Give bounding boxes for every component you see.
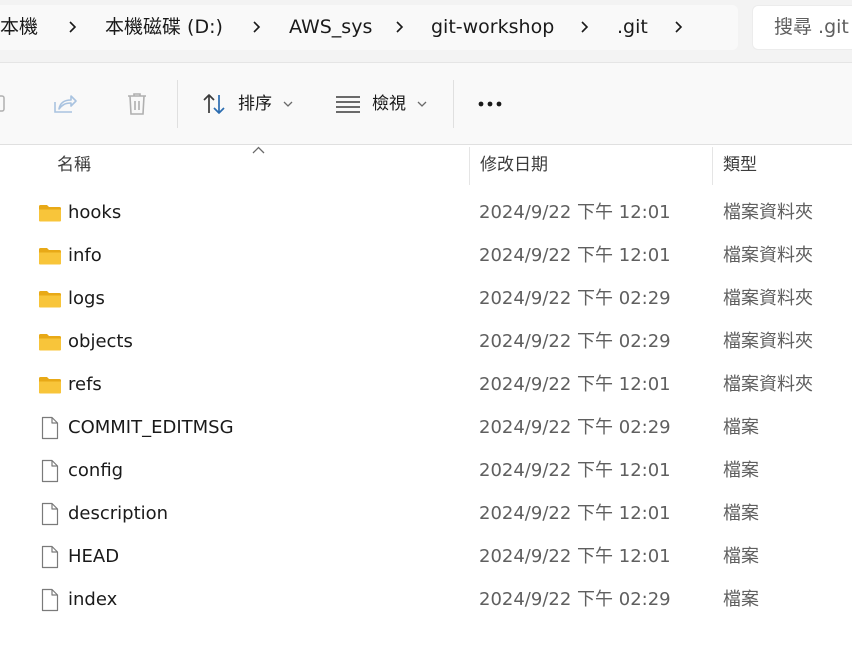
file-type: 檔案: [723, 589, 759, 610]
view-button[interactable]: 檢視: [372, 92, 406, 116]
file-row[interactable]: description 2024/9/22 下午 12:01 檔案: [0, 493, 852, 536]
file-row[interactable]: COMMIT_EDITMSG 2024/9/22 下午 02:29 檔案: [0, 407, 852, 450]
file-icon: [38, 416, 62, 440]
file-date: 2024/9/22 下午 02:29: [479, 288, 671, 309]
file-date: 2024/9/22 下午 12:01: [479, 374, 671, 395]
chevron-down-icon[interactable]: [417, 100, 427, 108]
file-name: info: [68, 245, 102, 266]
file-name: description: [68, 503, 169, 524]
file-name: hooks: [68, 202, 122, 223]
file-date: 2024/9/22 下午 12:01: [479, 460, 671, 481]
file-date: 2024/9/22 下午 02:29: [479, 589, 671, 610]
file-name: index: [68, 589, 118, 610]
breadcrumb-aws-sys[interactable]: AWS_sys: [289, 14, 372, 40]
file-name: HEAD: [68, 546, 120, 567]
chevron-down-icon[interactable]: [283, 100, 293, 108]
file-name: COMMIT_EDITMSG: [68, 417, 234, 438]
file-row[interactable]: config 2024/9/22 下午 12:01 檔案: [0, 450, 852, 493]
column-header-date[interactable]: 修改日期: [480, 153, 548, 177]
folder-icon: [38, 287, 62, 311]
file-type: 檔案資料夾: [723, 374, 813, 395]
sort-ascending-icon: [252, 146, 265, 154]
chevron-right-icon[interactable]: [672, 20, 686, 34]
file-row[interactable]: info 2024/9/22 下午 12:01 檔案資料夾: [0, 235, 852, 278]
toolbar-separator: [453, 80, 454, 128]
sort-button[interactable]: 排序: [238, 92, 272, 116]
file-icon: [38, 588, 62, 612]
file-row[interactable]: HEAD 2024/9/22 下午 12:01 檔案: [0, 536, 852, 579]
column-header-name[interactable]: 名稱: [57, 153, 91, 177]
folder-icon: [38, 244, 62, 268]
breadcrumb-drive-d[interactable]: 本機磁碟 (D:): [105, 14, 223, 40]
column-header-type[interactable]: 類型: [723, 153, 757, 177]
file-type: 檔案: [723, 546, 759, 567]
chevron-right-icon[interactable]: [578, 20, 592, 34]
trash-icon[interactable]: [125, 91, 149, 117]
chevron-right-icon[interactable]: [66, 20, 80, 34]
file-name: refs: [68, 374, 102, 395]
folder-icon: [38, 201, 62, 225]
toolbar-separator: [177, 80, 178, 128]
chevron-right-icon[interactable]: [250, 20, 264, 34]
file-row[interactable]: hooks 2024/9/22 下午 12:01 檔案資料夾: [0, 192, 852, 235]
file-type: 檔案資料夾: [723, 288, 813, 309]
more-options-icon[interactable]: [477, 100, 503, 108]
file-icon: [38, 502, 62, 526]
file-date: 2024/9/22 下午 02:29: [479, 331, 671, 352]
sort-icon[interactable]: [201, 92, 227, 116]
file-row[interactable]: logs 2024/9/22 下午 02:29 檔案資料夾: [0, 278, 852, 321]
file-row[interactable]: refs 2024/9/22 下午 12:01 檔案資料夾: [0, 364, 852, 407]
view-icon[interactable]: [335, 94, 361, 114]
file-row[interactable]: objects 2024/9/22 下午 02:29 檔案資料夾: [0, 321, 852, 364]
file-type: 檔案資料夾: [723, 245, 813, 266]
copy-icon[interactable]: [0, 94, 8, 114]
folder-icon: [38, 373, 62, 397]
file-name: config: [68, 460, 124, 481]
column-divider[interactable]: [469, 147, 470, 185]
file-row[interactable]: index 2024/9/22 下午 02:29 檔案: [0, 579, 852, 622]
file-type: 檔案資料夾: [723, 202, 813, 223]
file-type: 檔案: [723, 503, 759, 524]
file-date: 2024/9/22 下午 12:01: [479, 202, 671, 223]
breadcrumb-this-pc[interactable]: 本機: [0, 14, 38, 40]
breadcrumb-git[interactable]: .git: [617, 14, 648, 40]
file-name: objects: [68, 331, 133, 352]
file-type: 檔案: [723, 417, 759, 438]
file-date: 2024/9/22 下午 12:01: [479, 245, 671, 266]
breadcrumb-git-workshop[interactable]: git-workshop: [431, 14, 554, 40]
file-date: 2024/9/22 下午 02:29: [479, 417, 671, 438]
file-name: logs: [68, 288, 105, 309]
file-icon: [38, 459, 62, 483]
search-placeholder: 搜尋 .git: [774, 16, 849, 38]
file-date: 2024/9/22 下午 12:01: [479, 503, 671, 524]
chevron-right-icon[interactable]: [393, 20, 407, 34]
file-type: 檔案: [723, 460, 759, 481]
column-divider[interactable]: [712, 147, 713, 185]
share-icon[interactable]: [52, 92, 78, 116]
folder-icon: [38, 330, 62, 354]
file-type: 檔案資料夾: [723, 331, 813, 352]
file-date: 2024/9/22 下午 12:01: [479, 546, 671, 567]
file-icon: [38, 545, 62, 569]
